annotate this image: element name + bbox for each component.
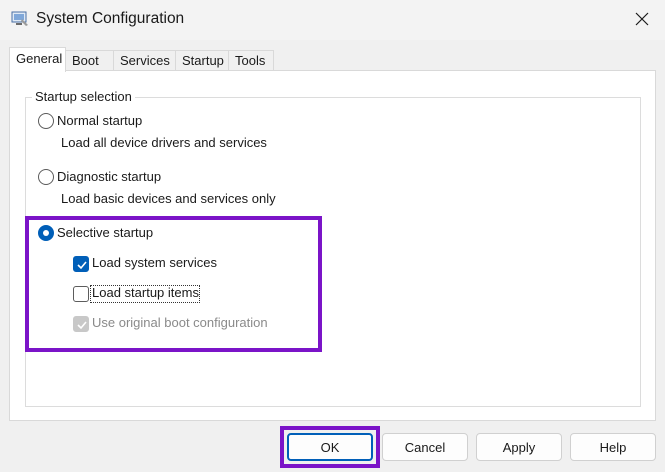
startup-selection-legend: Startup selection xyxy=(32,89,135,104)
normal-startup-radio[interactable] xyxy=(38,113,54,129)
diagnostic-startup-radio[interactable] xyxy=(38,169,54,185)
close-icon xyxy=(635,12,649,29)
normal-startup-description: Load all device drivers and services xyxy=(61,135,267,150)
tab-general[interactable]: General xyxy=(9,47,66,72)
apply-button[interactable]: Apply xyxy=(476,433,562,461)
ok-button-highlight xyxy=(280,426,380,468)
normal-startup-label[interactable]: Normal startup xyxy=(57,113,142,128)
help-button[interactable]: Help xyxy=(570,433,656,461)
cancel-button[interactable]: Cancel xyxy=(382,433,468,461)
title-bar: System Configuration xyxy=(0,0,665,40)
tab-startup[interactable]: Startup xyxy=(175,50,229,71)
system-configuration-window: System Configuration General Boot Servic… xyxy=(0,0,665,472)
msconfig-icon xyxy=(11,11,29,27)
diagnostic-startup-label[interactable]: Diagnostic startup xyxy=(57,169,161,184)
close-button[interactable] xyxy=(619,0,665,40)
tab-tools[interactable]: Tools xyxy=(228,50,274,71)
window-title: System Configuration xyxy=(36,10,185,27)
diagnostic-startup-description: Load basic devices and services only xyxy=(61,191,276,206)
tab-boot[interactable]: Boot xyxy=(65,50,114,71)
tab-services[interactable]: Services xyxy=(113,50,176,71)
selective-startup-highlight xyxy=(25,216,322,352)
